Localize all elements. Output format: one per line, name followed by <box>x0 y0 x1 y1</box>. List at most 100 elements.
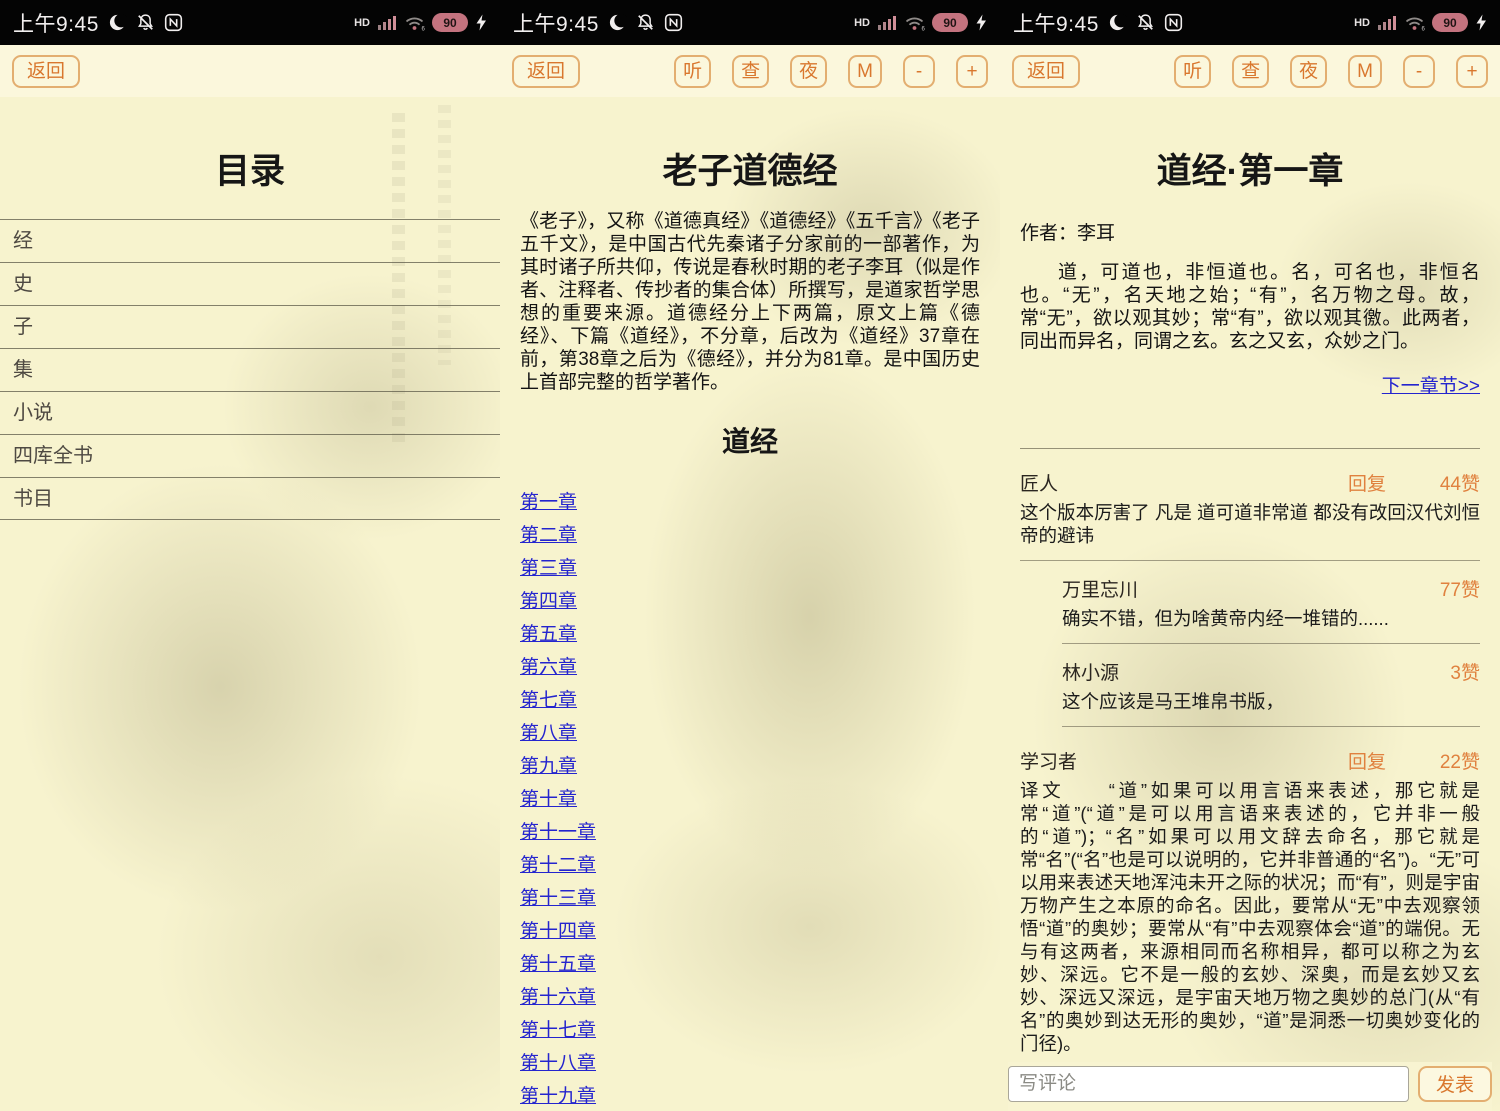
font-decrease-button[interactable]: - <box>1403 55 1435 88</box>
toolbar-book: 返回 听 查 夜 M - + <box>500 45 1000 97</box>
author-line: 作者：李耳 <box>1020 218 1480 245</box>
back-button[interactable]: 返回 <box>512 55 580 88</box>
mode-button[interactable]: M <box>1348 55 1382 88</box>
chapter-link[interactable]: 第十一章 <box>520 817 596 844</box>
svg-text:6: 6 <box>1422 27 1426 32</box>
catalog-item[interactable]: 经 <box>0 219 500 262</box>
chapter-link[interactable]: 第十九章 <box>520 1081 596 1108</box>
chapter-link[interactable]: 第五章 <box>520 619 577 646</box>
comment-author: 学习者 <box>1020 747 1077 774</box>
hd-indicator: HD <box>854 17 870 29</box>
book-content: 老子道德经 《老子》，又称《道德真经》《道德经》《五千言》《老子五千文》，是中国… <box>500 97 1000 1111</box>
chapter-link[interactable]: 第十七章 <box>520 1015 596 1042</box>
comment-text: 译文 “道”如果可以用言语来表述，那它就是常“道”(“道”是可以用言语来表述的，… <box>1020 779 1480 1055</box>
charging-bolt-icon <box>1475 14 1487 31</box>
catalog-content: 目录 经史子集小说四库全书书目 <box>0 97 500 1111</box>
charging-bolt-icon <box>475 14 487 31</box>
chapter-link[interactable]: 第六章 <box>520 652 577 679</box>
do-not-disturb-moon-icon <box>108 13 127 32</box>
back-button[interactable]: 返回 <box>12 55 80 88</box>
chapter-link[interactable]: 第一章 <box>520 487 577 514</box>
lookup-button[interactable]: 查 <box>1232 55 1269 88</box>
next-chapter-link[interactable]: 下一章节>> <box>1382 376 1480 397</box>
page-title: 目录 <box>0 143 500 194</box>
catalog-list: 经史子集小说四库全书书目 <box>0 219 500 520</box>
svg-text:6: 6 <box>922 27 926 32</box>
chapter-link[interactable]: 第九章 <box>520 751 577 778</box>
battery-indicator: 90 <box>432 13 468 32</box>
status-time: 上午9:45 <box>13 8 99 38</box>
wifi-icon: 6 <box>404 14 425 31</box>
like-count[interactable]: 44赞 <box>1416 469 1480 496</box>
comment-author: 匠人 <box>1020 469 1058 496</box>
comments-divider <box>1020 448 1480 449</box>
chapter-link[interactable]: 第十三章 <box>520 883 596 910</box>
comment-input[interactable] <box>1008 1066 1409 1102</box>
status-bar: 上午9:45 HD 6 90 <box>1000 0 1500 45</box>
chapter-content: 道经·第一章 作者：李耳 道，可道也，非恒道也。名，可名也，非恒名也。“无”，名… <box>1000 97 1500 1111</box>
back-button[interactable]: 返回 <box>1012 55 1080 88</box>
comment-author: 林小源 <box>1062 658 1119 685</box>
mode-button[interactable]: M <box>848 55 882 88</box>
chapter-link[interactable]: 第三章 <box>520 553 577 580</box>
comment-text: 这个版本厉害了 凡是 道可道非常道 都没有改回汉代刘恒帝的避讳 <box>1020 501 1480 547</box>
font-decrease-button[interactable]: - <box>903 55 935 88</box>
chapter-link[interactable]: 第十八章 <box>520 1048 596 1075</box>
chapter-link[interactable]: 第十六章 <box>520 982 596 1009</box>
reply-button[interactable]: 回复 <box>1348 747 1386 774</box>
comment-text: 确实不错，但为啥黄帝内经一堆错的...... <box>1062 607 1480 630</box>
catalog-item[interactable]: 小说 <box>0 391 500 434</box>
like-count[interactable]: 3赞 <box>1416 658 1480 685</box>
panel-book: 上午9:45 HD 6 90 返回 听 查 夜 M - + 老子道德经 《老子》… <box>500 0 1000 1111</box>
battery-indicator: 90 <box>1432 13 1468 32</box>
do-not-disturb-moon-icon <box>608 13 627 32</box>
chapter-link[interactable]: 第十章 <box>520 784 577 811</box>
status-bar: 上午9:45 HD 6 90 <box>0 0 500 45</box>
battery-indicator: 90 <box>932 13 968 32</box>
catalog-item[interactable]: 四库全书 <box>0 434 500 477</box>
chapter-link[interactable]: 第十四章 <box>520 916 596 943</box>
reply-button[interactable]: 回复 <box>1348 469 1386 496</box>
catalog-item[interactable]: 史 <box>0 262 500 305</box>
chapter-link[interactable]: 第八章 <box>520 718 577 745</box>
catalog-item[interactable]: 集 <box>0 348 500 391</box>
submit-comment-button[interactable]: 发表 <box>1418 1066 1492 1102</box>
comment-bar: 发表 <box>1008 1062 1492 1111</box>
nfc-icon <box>164 13 183 32</box>
comment-text: 这个应该是马王堆帛书版， <box>1062 690 1480 713</box>
like-count[interactable]: 77赞 <box>1416 575 1480 602</box>
reply-item: 林小源 3赞 这个应该是马王堆帛书版， <box>1062 658 1480 727</box>
wifi-icon: 6 <box>1404 14 1425 31</box>
hd-indicator: HD <box>1354 17 1370 29</box>
night-mode-button[interactable]: 夜 <box>1290 55 1327 88</box>
status-bar: 上午9:45 HD 6 90 <box>500 0 1000 45</box>
chapter-link[interactable]: 第十五章 <box>520 949 596 976</box>
comment-author: 万里忘川 <box>1062 575 1138 602</box>
comment-item: 学习者 回复 22赞 译文 “道”如果可以用言语来表述，那它就是常“道”(“道”… <box>1000 747 1500 1111</box>
panel-chapter: 上午9:45 HD 6 90 返回 听 查 夜 M - + 道经·第一章 作者：… <box>1000 0 1500 1111</box>
toolbar-chapter: 返回 听 查 夜 M - + <box>1000 45 1500 97</box>
like-count[interactable]: 22赞 <box>1416 747 1480 774</box>
listen-button[interactable]: 听 <box>1174 55 1211 88</box>
chapter-link[interactable]: 第七章 <box>520 685 577 712</box>
night-mode-button[interactable]: 夜 <box>790 55 827 88</box>
book-description: 《老子》，又称《道德真经》《道德经》《五千言》《老子五千文》，是中国古代先秦诸子… <box>520 210 980 394</box>
font-increase-button[interactable]: + <box>956 55 988 88</box>
notifications-off-bell-icon <box>1136 13 1155 32</box>
status-time: 上午9:45 <box>513 8 599 38</box>
catalog-item[interactable]: 子 <box>0 305 500 348</box>
chapter-link[interactable]: 第二章 <box>520 520 577 547</box>
chapter-link[interactable]: 第四章 <box>520 586 577 613</box>
section-title: 道经 <box>500 420 1000 460</box>
comment-item: 匠人 回复 44赞 这个版本厉害了 凡是 道可道非常道 都没有改回汉代刘恒帝的避… <box>1000 469 1500 727</box>
hd-indicator: HD <box>354 17 370 29</box>
catalog-item[interactable]: 书目 <box>0 477 500 520</box>
font-increase-button[interactable]: + <box>1456 55 1488 88</box>
book-title: 老子道德经 <box>500 143 1000 194</box>
listen-button[interactable]: 听 <box>674 55 711 88</box>
wifi-icon: 6 <box>904 14 925 31</box>
divider <box>1020 560 1480 561</box>
chapter-link[interactable]: 第十二章 <box>520 850 596 877</box>
lookup-button[interactable]: 查 <box>732 55 769 88</box>
chapter-list: 第一章第二章第三章第四章第五章第六章第七章第八章第九章第十章第十一章第十二章第十… <box>520 484 1000 1111</box>
